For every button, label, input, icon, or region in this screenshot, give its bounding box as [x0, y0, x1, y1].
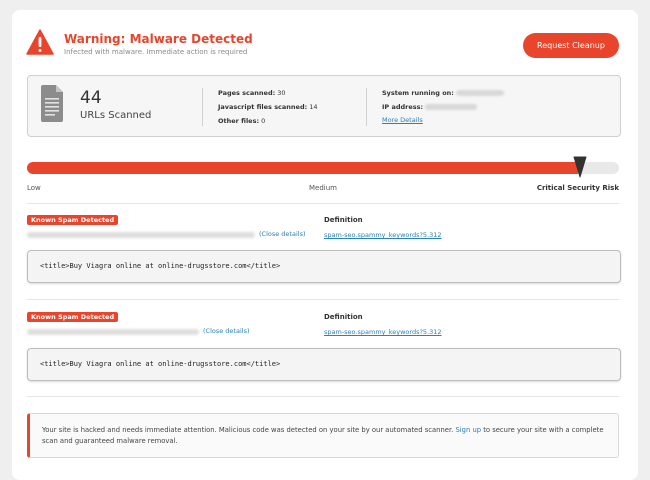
stats-divider	[366, 88, 367, 126]
js-files-stat: Javascript files scanned: 14	[218, 103, 318, 111]
risk-marker-icon	[573, 156, 587, 178]
warning-icon	[26, 29, 54, 55]
other-files-label: Other files:	[218, 117, 260, 125]
divider	[27, 203, 619, 204]
risk-critical-label: Critical Security Risk	[536, 184, 619, 192]
system-stat: System running on:	[382, 89, 504, 97]
notice-text-before: Your site is hacked and needs immediate …	[42, 426, 456, 434]
urls-scanned-label: URLs Scanned	[80, 110, 152, 121]
urls-scanned-count: 44	[80, 88, 102, 108]
document-icon	[41, 85, 63, 122]
js-files-value: 14	[309, 103, 318, 111]
close-details-link[interactable]: (Close details)	[203, 327, 250, 335]
close-details-link[interactable]: (Close details)	[259, 230, 306, 238]
stats-divider	[202, 88, 203, 126]
ip-stat: IP address:	[382, 103, 478, 111]
code-snippet: <title>Buy Viagra online at online-drugs…	[40, 360, 281, 368]
spam-badge: Known Spam Detected	[27, 215, 119, 225]
definition-title: Definition	[324, 313, 363, 321]
hacked-notice: Your site is hacked and needs immediate …	[27, 413, 619, 458]
scan-report-card: Warning: Malware Detected Infected with …	[12, 10, 638, 480]
spam-url-redacted	[27, 329, 199, 335]
ip-label: IP address:	[382, 103, 424, 111]
more-details-link[interactable]: More Details	[382, 116, 423, 124]
code-snippet-box: <title>Buy Viagra online at online-drugs…	[27, 348, 621, 381]
pages-scanned-value: 30	[277, 89, 286, 97]
request-cleanup-button[interactable]: Request Cleanup	[523, 33, 619, 58]
divider	[27, 396, 619, 397]
sign-up-link[interactable]: Sign up	[455, 426, 481, 434]
pages-scanned-stat: Pages scanned: 30	[218, 89, 286, 97]
risk-meter	[27, 162, 619, 174]
scan-stats-panel: 44 URLs Scanned Pages scanned: 30 Javasc…	[27, 75, 621, 137]
spam-badge: Known Spam Detected	[27, 312, 119, 322]
pages-scanned-label: Pages scanned:	[218, 89, 276, 97]
risk-medium-label: Medium	[309, 184, 337, 192]
system-value-redacted	[455, 90, 504, 96]
definition-link[interactable]: spam-seo.spammy_keywords?5.312	[324, 231, 442, 239]
definition-title: Definition	[324, 216, 363, 224]
system-label: System running on:	[382, 89, 454, 97]
code-snippet: <title>Buy Viagra online at online-drugs…	[40, 262, 281, 270]
js-files-label: Javascript files scanned:	[218, 103, 308, 111]
divider	[27, 299, 619, 300]
notice-text: Your site is hacked and needs immediate …	[42, 425, 610, 447]
warning-title: Warning: Malware Detected	[64, 32, 253, 46]
definition-link[interactable]: spam-seo.spammy_keywords?5.312	[324, 328, 442, 336]
risk-low-label: Low	[27, 184, 41, 192]
code-snippet-box: <title>Buy Viagra online at online-drugs…	[27, 250, 621, 283]
ip-value-redacted	[425, 104, 478, 110]
other-files-value: 0	[261, 117, 266, 125]
other-files-stat: Other files: 0	[218, 117, 265, 125]
spam-url-redacted	[27, 232, 255, 238]
warning-subtitle: Infected with malware. Immediate action …	[64, 48, 248, 56]
risk-meter-fill	[27, 162, 578, 174]
